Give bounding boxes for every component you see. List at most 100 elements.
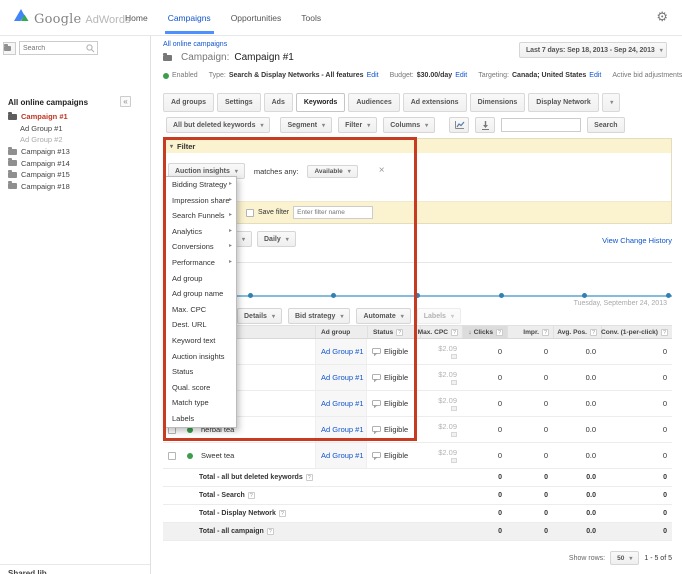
- ad-group-link[interactable]: Ad Group #1: [321, 451, 364, 460]
- conversions-column-header[interactable]: Conv. (1-per-click): [601, 326, 672, 338]
- sidebar-tree-item[interactable]: Ad Group #2: [0, 134, 150, 146]
- tab[interactable]: Ad groups: [163, 93, 214, 112]
- status-text: Eligible: [384, 425, 409, 434]
- help-icon[interactable]: [396, 328, 404, 336]
- chart-granularity-select[interactable]: Daily: [257, 231, 296, 247]
- sidebar-search-input[interactable]: [20, 44, 86, 52]
- help-icon[interactable]: [305, 474, 313, 481]
- help-icon[interactable]: [451, 328, 458, 336]
- page-title-prefix: Campaign:: [181, 52, 230, 63]
- sidebar-tree-item[interactable]: Campaign #1: [0, 111, 150, 123]
- avg-position-cell: 0.0: [585, 373, 596, 382]
- filter-name-input[interactable]: [293, 206, 374, 219]
- filter-menu-item[interactable]: Status: [165, 364, 236, 380]
- total-avg-position: 0.0: [586, 492, 596, 499]
- tree-item-label: Campaign #13: [21, 147, 70, 157]
- columns-button[interactable]: Columns: [383, 117, 436, 133]
- folder-browse-button[interactable]: [3, 41, 16, 55]
- help-icon[interactable]: [496, 328, 503, 336]
- filter-menu-item[interactable]: Conversions: [165, 239, 236, 255]
- save-filter-checkbox[interactable]: [246, 208, 254, 217]
- folder-icon: [8, 111, 17, 120]
- tab[interactable]: Keywords: [295, 93, 346, 112]
- bid-strategy-button[interactable]: Bid strategy: [287, 308, 351, 324]
- sidebar-tree-item[interactable]: Campaign #14: [0, 157, 150, 169]
- filter-menu-item[interactable]: Analytics: [165, 224, 236, 240]
- filter-value-select[interactable]: Available: [307, 164, 358, 178]
- filter-menu-item[interactable]: Performance: [165, 255, 236, 271]
- filter-menu-item[interactable]: Labels: [165, 411, 236, 427]
- filter-menu-item[interactable]: Qual. score: [165, 380, 236, 396]
- table-search-input[interactable]: [501, 118, 582, 132]
- sidebar-tree-item[interactable]: Campaign #13: [0, 146, 150, 158]
- edit-targeting-link[interactable]: Edit: [589, 72, 601, 79]
- sidebar-tree-item[interactable]: Ad Group #1: [0, 123, 150, 135]
- chart-toggle-button[interactable]: [449, 117, 470, 133]
- rows-per-page-select[interactable]: 50: [610, 551, 640, 565]
- filter-menu-item[interactable]: Auction insights: [165, 349, 236, 365]
- labels-button[interactable]: Labels: [416, 308, 461, 324]
- keyword-scope-select[interactable]: All but deleted keywords: [166, 117, 271, 133]
- filter-menu-item[interactable]: Impression share: [165, 193, 236, 209]
- tab[interactable]: Ad extensions: [402, 93, 467, 112]
- row-checkbox[interactable]: [168, 451, 176, 460]
- nav-item[interactable]: Campaigns: [164, 0, 214, 36]
- remove-filter-icon[interactable]: [379, 166, 385, 176]
- filter-menu-item[interactable]: Keyword text: [165, 333, 236, 349]
- date-range-button[interactable]: Last 7 days: Sep 18, 2013 - Sep 24, 2013: [519, 42, 667, 58]
- ad-group-link[interactable]: Ad Group #1: [321, 399, 364, 408]
- sidebar-collapse-button[interactable]: [120, 96, 131, 107]
- tabs-overflow-button[interactable]: [601, 93, 620, 112]
- ad-group-column-header[interactable]: Ad group: [315, 326, 367, 338]
- shared-library-link[interactable]: Shared lib: [0, 564, 150, 574]
- clicks-column-header[interactable]: Clicks: [462, 326, 507, 338]
- filter-panel-header[interactable]: ▾ Filter: [164, 139, 671, 153]
- filter-menu-item[interactable]: Match type: [165, 395, 236, 411]
- nav-item[interactable]: Opportunities: [231, 0, 282, 36]
- ad-group-link[interactable]: Ad Group #1: [321, 425, 364, 434]
- help-icon[interactable]: [661, 328, 668, 336]
- filter-menu-item[interactable]: Max. CPC: [165, 302, 236, 318]
- enabled-status-icon: [163, 72, 169, 79]
- table-search-button[interactable]: Search: [587, 117, 625, 133]
- sidebar-tree-item[interactable]: Campaign #15: [0, 169, 150, 181]
- help-icon[interactable]: [278, 510, 286, 517]
- view-change-history-link[interactable]: View Change History: [602, 236, 672, 245]
- details-button[interactable]: Details: [237, 308, 282, 324]
- ad-group-link[interactable]: Ad Group #1: [321, 373, 364, 382]
- tab[interactable]: Audiences: [348, 93, 400, 112]
- breadcrumb[interactable]: All online campaigns: [163, 41, 227, 48]
- nav-item[interactable]: Home: [125, 0, 148, 36]
- nav-item[interactable]: Tools: [301, 0, 321, 36]
- sidebar-tree-item[interactable]: Campaign #18: [0, 181, 150, 193]
- avg-position-column-header[interactable]: Avg. Pos.: [553, 326, 601, 338]
- edit-type-link[interactable]: Edit: [367, 72, 379, 79]
- impressions-column-header[interactable]: Impr.: [507, 326, 553, 338]
- max-cpc-cell: $2.09: [420, 417, 462, 442]
- sidebar: All online campaigns Campaign #1 Ad Grou…: [0, 36, 151, 574]
- filter-menu-item[interactable]: Ad group name: [165, 286, 236, 302]
- tab[interactable]: Display Network: [528, 93, 599, 112]
- filter-menu-item[interactable]: Search Funnels: [165, 208, 236, 224]
- tab[interactable]: Settings: [217, 93, 261, 112]
- tab[interactable]: Dimensions: [469, 93, 526, 112]
- help-icon[interactable]: [590, 328, 597, 336]
- campaign-status[interactable]: Enabled: [163, 72, 198, 79]
- ad-group-link[interactable]: Ad Group #1: [321, 347, 364, 356]
- filter-menu-item[interactable]: Bidding Strategy: [165, 177, 236, 193]
- download-button[interactable]: [475, 117, 496, 133]
- automate-button[interactable]: Automate: [356, 308, 411, 324]
- help-icon[interactable]: [266, 528, 274, 535]
- impressions-cell: 0: [543, 451, 548, 460]
- tab[interactable]: Ads: [263, 93, 293, 112]
- edit-budget-link[interactable]: Edit: [455, 72, 467, 79]
- max-cpc-column-header[interactable]: Max. CPC: [418, 326, 462, 338]
- help-icon[interactable]: [247, 492, 255, 499]
- help-icon[interactable]: [542, 328, 549, 336]
- filter-menu-item[interactable]: Ad group: [165, 271, 236, 287]
- status-column-header[interactable]: Status: [367, 326, 420, 338]
- gear-icon[interactable]: [656, 9, 668, 25]
- filter-button[interactable]: Filter: [338, 117, 378, 133]
- filter-menu-item[interactable]: Dest. URL: [165, 317, 236, 333]
- segment-button[interactable]: Segment: [280, 117, 333, 133]
